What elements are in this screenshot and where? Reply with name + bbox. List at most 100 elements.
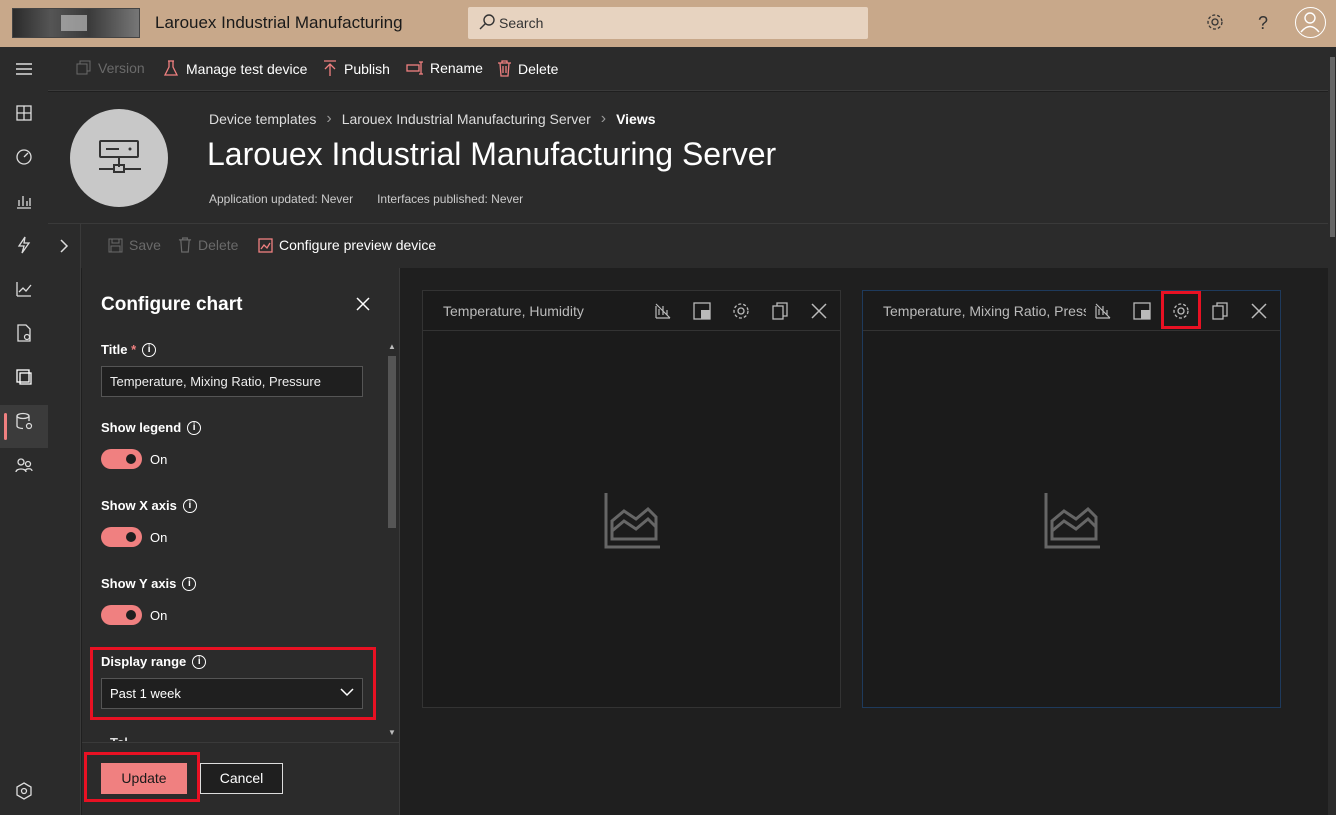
version-button[interactable]: Version [76, 60, 145, 76]
device-avatar [70, 109, 168, 207]
permissions-icon[interactable] [14, 455, 34, 475]
app-logo[interactable] [12, 8, 140, 38]
chart-tile-selected[interactable]: Temperature, Mixing Ratio, Pressure [862, 290, 1281, 708]
show-legend-toggle[interactable] [101, 449, 142, 469]
chevron-right-icon: › [600, 110, 607, 127]
jobs-icon[interactable] [14, 323, 34, 343]
chevron-right-icon [60, 239, 69, 253]
chevron-right-icon: › [326, 110, 332, 127]
rename-icon [406, 61, 423, 75]
tile-header: Temperature, Humidity [423, 291, 840, 331]
page-scrollbar[interactable] [1328, 47, 1336, 815]
no-data-icon[interactable] [653, 301, 673, 321]
version-icon [76, 60, 91, 75]
show-y-axis-label: Show Y axis i [101, 576, 197, 591]
next-section-label: Tel [110, 735, 128, 741]
expand-panel-button[interactable] [48, 224, 81, 268]
delete-view-button[interactable]: Delete [178, 237, 238, 253]
line-chart-icon[interactable] [14, 279, 34, 299]
flask-icon [163, 60, 179, 76]
rename-button[interactable]: Rename [406, 60, 483, 76]
dashboard-icon[interactable] [14, 103, 34, 123]
breadcrumb-device-templates[interactable]: Device templates [209, 111, 316, 127]
device-templates-icon[interactable] [14, 367, 34, 387]
info-icon[interactable]: i [182, 576, 197, 591]
show-legend-state: On [150, 452, 168, 467]
divider [82, 742, 400, 743]
template-meta: Application updated: Never Interfaces pu… [209, 192, 523, 206]
interfaces-published: Interfaces published: Never [377, 192, 524, 206]
top-bar: Larouex Industrial Manufacturing Search … [0, 0, 1336, 47]
user-avatar[interactable] [1295, 7, 1326, 38]
panel-title: Configure chart [101, 294, 243, 315]
resize-icon[interactable] [1132, 301, 1152, 321]
resize-icon[interactable] [692, 301, 712, 321]
app-settings-icon[interactable] [14, 781, 34, 801]
trash-icon [498, 60, 511, 77]
svg-text:?: ? [1258, 13, 1268, 33]
configure-chart-panel: Configure chart Title * i Temperature, M… [82, 268, 400, 815]
devices-icon[interactable] [14, 147, 34, 167]
copy-icon[interactable] [770, 301, 790, 321]
manage-test-device-button[interactable]: Manage test device [163, 60, 307, 77]
search-icon [479, 14, 495, 30]
title-input[interactable]: Temperature, Mixing Ratio, Pressure [101, 366, 363, 397]
app-title: Larouex Industrial Manufacturing [155, 13, 403, 32]
chart-tile[interactable]: Temperature, Humidity [422, 290, 841, 708]
upload-icon [324, 60, 336, 76]
update-highlight [84, 752, 200, 802]
preview-chart-icon [258, 237, 273, 253]
collapsed-library-strip [48, 268, 81, 815]
breadcrumb-template[interactable]: Larouex Industrial Manufacturing Server [342, 111, 591, 127]
close-icon[interactable] [1249, 301, 1269, 321]
server-icon [99, 140, 141, 173]
view-command-bar: Save Delete Configure preview device [48, 224, 1328, 268]
delete-button[interactable]: Delete [497, 60, 558, 77]
command-bar: Version Manage test device Publish Renam… [48, 47, 1328, 91]
show-x-axis-label: Show X axis i [101, 498, 197, 513]
gear-icon[interactable] [731, 301, 751, 321]
tile-title: Temperature, Humidity [443, 303, 584, 319]
close-icon[interactable] [356, 297, 370, 311]
panel-scrollbar[interactable]: ▲ ▼ [386, 340, 398, 740]
close-icon[interactable] [809, 301, 829, 321]
template-header: Device templates › Larouex Industrial Ma… [48, 92, 1328, 224]
application-updated: Application updated: Never [209, 192, 354, 206]
show-x-axis-state: On [150, 530, 168, 545]
trash-icon [178, 237, 192, 253]
cancel-button[interactable]: Cancel [200, 763, 283, 794]
copy-icon[interactable] [1210, 301, 1230, 321]
save-button[interactable]: Save [108, 237, 161, 253]
left-nav [0, 47, 48, 815]
configure-preview-device-button[interactable]: Configure preview device [258, 237, 436, 253]
info-icon[interactable]: i [142, 342, 157, 357]
rules-icon[interactable] [14, 235, 34, 255]
page-title: Larouex Industrial Manufacturing Server [207, 136, 777, 172]
title-label: Title * i [101, 342, 157, 357]
show-x-axis-toggle[interactable] [101, 527, 142, 547]
user-icon [1300, 12, 1320, 33]
breadcrumb: Device templates › Larouex Industrial Ma… [209, 110, 656, 128]
info-icon[interactable]: i [182, 498, 197, 513]
publish-button[interactable]: Publish [322, 60, 390, 77]
save-icon [108, 238, 123, 252]
search-box[interactable]: Search [468, 7, 868, 39]
data-export-icon[interactable] [14, 411, 34, 431]
help-icon[interactable]: ? [1253, 12, 1273, 34]
breadcrumb-current: Views [616, 111, 656, 127]
display-range-highlight [90, 647, 376, 720]
settings-icon[interactable] [1205, 12, 1225, 32]
gear-highlight [1161, 291, 1201, 329]
tile-header: Temperature, Mixing Ratio, Pressure [863, 291, 1280, 331]
hamburger-icon[interactable] [14, 59, 34, 79]
analytics-icon[interactable] [14, 191, 34, 211]
search-placeholder: Search [499, 15, 544, 31]
show-y-axis-toggle[interactable] [101, 605, 142, 625]
tile-title: Temperature, Mixing Ratio, Pressure [883, 303, 1086, 319]
no-data-icon[interactable] [1093, 301, 1113, 321]
info-icon[interactable]: i [187, 420, 202, 435]
area-chart-icon [1044, 493, 1100, 549]
area-chart-icon [604, 493, 660, 549]
show-legend-label: Show legend i [101, 420, 202, 435]
show-y-axis-state: On [150, 608, 168, 623]
